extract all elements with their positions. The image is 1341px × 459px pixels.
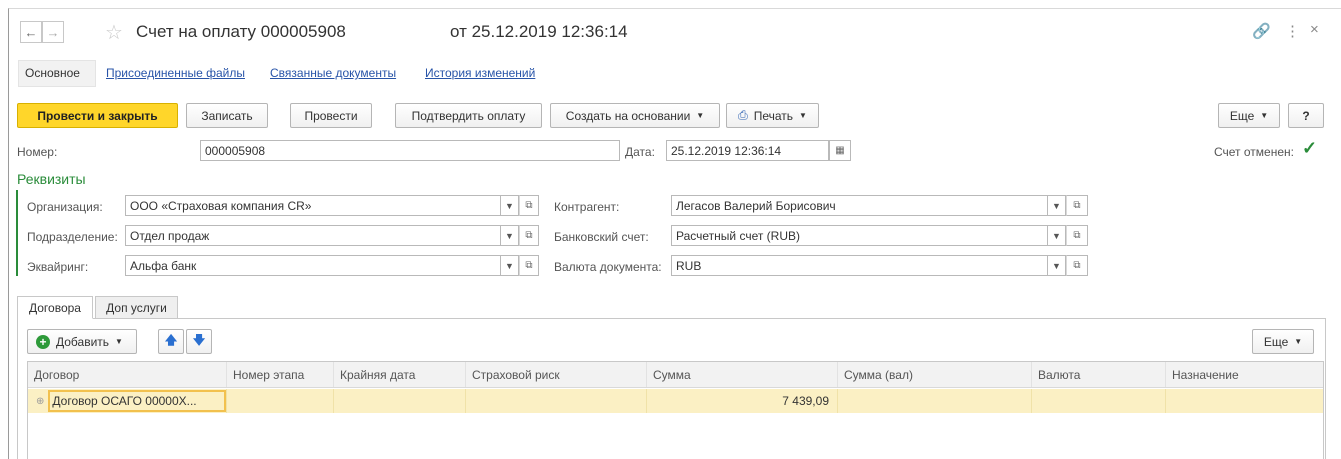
save-button[interactable]: Записать bbox=[186, 103, 268, 128]
acq-field[interactable]: Альфа банк bbox=[125, 255, 501, 276]
table-header: Договор Номер этапа Крайняя дата Страхов… bbox=[28, 362, 1323, 388]
bank-field[interactable]: Расчетный счет (RUB) bbox=[671, 225, 1048, 246]
contractor-field[interactable]: Легасов Валерий Борисович bbox=[671, 195, 1048, 216]
currency-field[interactable]: RUB bbox=[671, 255, 1048, 276]
cell-risk[interactable] bbox=[466, 389, 647, 413]
chevron-down-icon[interactable]: ▼ bbox=[1048, 225, 1066, 246]
cell-sum-cur[interactable] bbox=[838, 389, 1032, 413]
chevron-down-icon[interactable]: ▼ bbox=[501, 195, 519, 216]
table-more-button[interactable]: Еще ▼ bbox=[1252, 329, 1314, 354]
print-label: Печать bbox=[753, 108, 793, 123]
chevron-down-icon: ▼ bbox=[1260, 111, 1269, 120]
post-and-close-button[interactable]: Провести и закрыть bbox=[17, 103, 178, 128]
chevron-down-icon[interactable]: ▼ bbox=[501, 255, 519, 276]
open-icon[interactable]: ⧉ bbox=[1066, 255, 1088, 276]
col-currency[interactable]: Валюта bbox=[1032, 362, 1166, 387]
link-icon[interactable]: 🔗 bbox=[1252, 22, 1271, 40]
cell-purpose[interactable] bbox=[1166, 389, 1323, 413]
tab-history[interactable]: История изменений bbox=[425, 66, 535, 80]
add-button[interactable]: + Добавить ▼ bbox=[27, 329, 137, 354]
page-date-title: от 25.12.2019 12:36:14 bbox=[450, 22, 628, 41]
section-title-requisites: Реквизиты bbox=[17, 171, 86, 187]
more-button[interactable]: Еще ▼ bbox=[1218, 103, 1280, 128]
arrow-up-icon[interactable]: 🡅 bbox=[158, 329, 184, 354]
more-label: Еще bbox=[1229, 108, 1255, 123]
dept-label: Подразделение: bbox=[27, 230, 118, 244]
number-field[interactable]: 000005908 bbox=[200, 140, 620, 161]
back-arrow-icon[interactable]: ← bbox=[20, 21, 42, 43]
col-sum-cur[interactable]: Сумма (вал) bbox=[838, 362, 1032, 387]
star-icon[interactable]: ☆ bbox=[105, 20, 123, 45]
create-based-label: Создать на основании bbox=[565, 108, 691, 123]
add-icon: + bbox=[36, 334, 50, 349]
chevron-down-icon: ▼ bbox=[1294, 337, 1303, 346]
chevron-down-icon: ▼ bbox=[115, 337, 123, 346]
create-based-on-button[interactable]: Создать на основании ▼ bbox=[550, 103, 720, 128]
print-button[interactable]: ⎙ Печать ▼ bbox=[726, 103, 819, 128]
chevron-down-icon[interactable]: ▼ bbox=[1048, 195, 1066, 216]
open-icon[interactable]: ⧉ bbox=[519, 195, 539, 216]
number-label: Номер: bbox=[17, 145, 58, 159]
open-icon[interactable]: ⧉ bbox=[1066, 225, 1088, 246]
chevron-down-icon: ▼ bbox=[799, 111, 807, 120]
org-label: Организация: bbox=[27, 200, 103, 214]
menu-dots-icon[interactable]: ⋮ bbox=[1285, 22, 1300, 40]
tab-attached-files[interactable]: Присоединенные файлы bbox=[106, 66, 245, 80]
col-contract[interactable]: Договор bbox=[28, 362, 227, 387]
org-field[interactable]: ООО «Страховая компания CR» bbox=[125, 195, 501, 216]
open-icon[interactable]: ⧉ bbox=[519, 255, 539, 276]
col-sum[interactable]: Сумма bbox=[647, 362, 838, 387]
section-bar bbox=[16, 190, 18, 276]
printer-icon: ⎙ bbox=[738, 108, 748, 122]
confirm-payment-button[interactable]: Подтвердить оплату bbox=[395, 103, 542, 128]
tab-additional-services[interactable]: Доп услуги bbox=[95, 296, 178, 319]
add-label: Добавить bbox=[56, 334, 110, 349]
checkmark-icon[interactable]: ✓ bbox=[1302, 139, 1320, 157]
cell-sum[interactable]: 7 439,09 bbox=[647, 389, 838, 413]
tab-related-documents[interactable]: Связанные документы bbox=[270, 66, 396, 80]
cell-contract[interactable]: ⊕ Договор ОСАГО 00000Х... bbox=[28, 389, 227, 413]
open-icon[interactable]: ⧉ bbox=[1066, 195, 1088, 216]
post-button[interactable]: Провести bbox=[290, 103, 372, 128]
chevron-down-icon[interactable]: ▼ bbox=[1048, 255, 1066, 276]
date-field[interactable]: 25.12.2019 12:36:14 bbox=[666, 140, 829, 161]
page-title: Счет на оплату 000005908 bbox=[136, 22, 346, 41]
chevron-down-icon: ▼ bbox=[696, 111, 705, 120]
currency-label: Валюта документа: bbox=[554, 260, 662, 274]
chevron-down-icon[interactable]: ▼ bbox=[501, 225, 519, 246]
dept-field[interactable]: Отдел продаж bbox=[125, 225, 501, 246]
table-more-label: Еще bbox=[1263, 334, 1289, 349]
cell-currency[interactable] bbox=[1032, 389, 1166, 413]
expand-icon[interactable]: ⊕ bbox=[36, 396, 44, 407]
col-stage[interactable]: Номер этапа bbox=[227, 362, 334, 387]
acq-label: Эквайринг: bbox=[27, 260, 89, 274]
tab-contracts[interactable]: Договора bbox=[17, 296, 93, 319]
contractor-label: Контрагент: bbox=[554, 200, 620, 214]
col-deadline[interactable]: Крайняя дата bbox=[334, 362, 466, 387]
contracts-table: Договор Номер этапа Крайняя дата Страхов… bbox=[27, 361, 1324, 459]
contract-value[interactable]: Договор ОСАГО 00000Х... bbox=[48, 390, 226, 412]
bank-label: Банковский счет: bbox=[554, 230, 649, 244]
col-purpose[interactable]: Назначение bbox=[1166, 362, 1323, 387]
tab-main[interactable]: Основное bbox=[25, 66, 80, 80]
cell-deadline[interactable] bbox=[334, 389, 466, 413]
date-label: Дата: bbox=[625, 145, 655, 159]
help-button[interactable]: ? bbox=[1288, 103, 1324, 128]
close-icon[interactable]: × bbox=[1310, 21, 1319, 38]
open-icon[interactable]: ⧉ bbox=[519, 225, 539, 246]
col-risk[interactable]: Страховой риск bbox=[466, 362, 647, 387]
forward-arrow-icon[interactable]: → bbox=[42, 21, 64, 43]
cell-stage[interactable] bbox=[227, 389, 334, 413]
arrow-down-icon[interactable]: 🡇 bbox=[186, 329, 212, 354]
table-row[interactable]: ⊕ Договор ОСАГО 00000Х... 7 439,09 bbox=[28, 389, 1323, 413]
cancelled-label: Счет отменен: bbox=[1214, 145, 1294, 159]
calendar-icon[interactable]: ▦ bbox=[829, 140, 851, 161]
